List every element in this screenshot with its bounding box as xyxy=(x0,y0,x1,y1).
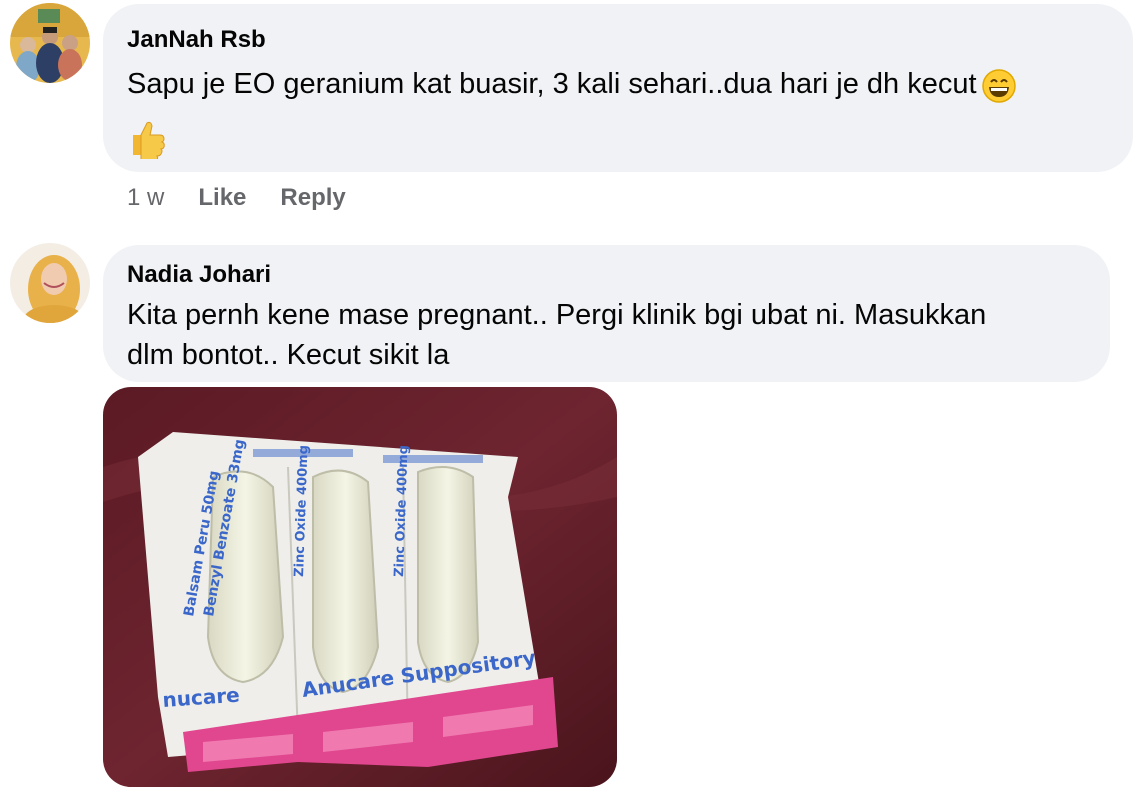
avatar-jannah[interactable] xyxy=(10,3,90,83)
comment-timestamp[interactable]: 1 w xyxy=(127,184,164,212)
comment-text: Sapu je EO geranium kat buasir, 3 kali s… xyxy=(127,68,977,100)
comment-author[interactable]: Nadia Johari xyxy=(127,261,1086,289)
thumbs-up-emoji-icon xyxy=(127,117,167,164)
comment-text-line-1: Kita pernh kene mase pregnant.. Pergi kl… xyxy=(127,299,987,331)
reply-button[interactable]: Reply xyxy=(280,184,345,212)
comment-bubble-jannah: JanNah Rsb Sapu je EO geranium kat buasi… xyxy=(103,4,1133,172)
like-button[interactable]: Like xyxy=(198,184,246,212)
comment-actions-jannah: 1 w Like Reply xyxy=(127,184,380,212)
comment-text-line-2: dlm bontot.. Kecut sikit la xyxy=(127,339,450,371)
comment-photo-attachment[interactable]: Anucare Suppository nucare Balsam Peru 5… xyxy=(103,387,617,787)
grinning-face-emoji-icon xyxy=(981,68,1017,109)
comment-bubble-nadia: Nadia Johari Kita pernh kene mase pregna… xyxy=(103,245,1110,382)
comment-author[interactable]: JanNah Rsb xyxy=(127,26,1109,54)
avatar-nadia[interactable] xyxy=(10,243,90,323)
